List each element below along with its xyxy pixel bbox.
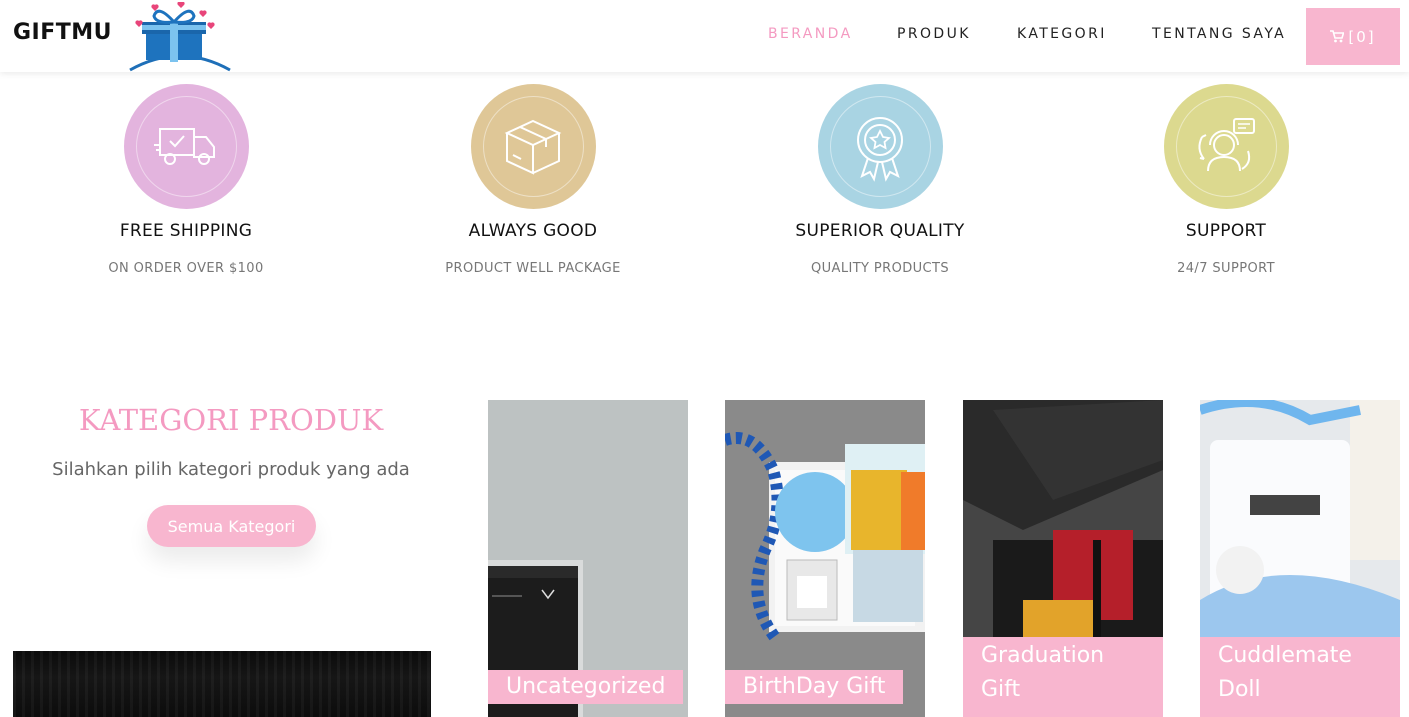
category-label: BirthDay Gift xyxy=(725,670,904,704)
feature-title: FREE SHIPPING xyxy=(119,221,253,241)
category-label-line1: Graduation xyxy=(981,643,1105,668)
feature-circle xyxy=(1163,84,1289,209)
feature-circle xyxy=(470,84,596,209)
feature-free-shipping: FREE SHIPPING ON ORDER OVER $100 xyxy=(61,84,311,276)
cart-icon xyxy=(1330,30,1345,43)
badge-star-icon xyxy=(857,116,903,182)
site-header: GIFTMU BERANDA PRODUK KATEGORI TENTANG S… xyxy=(0,0,1409,72)
feature-subtitle: ON ORDER OVER $100 xyxy=(108,261,264,276)
nav-tentang-saya[interactable]: TENTANG SAYA xyxy=(1152,26,1286,42)
category-card-uncategorized[interactable]: Uncategorized xyxy=(488,400,688,717)
category-label: Graduation Gift xyxy=(963,637,1163,717)
feature-title: SUPERIOR QUALITY xyxy=(795,221,965,241)
feature-subtitle: QUALITY PRODUCTS xyxy=(810,261,950,276)
feature-subtitle: 24/7 SUPPORT xyxy=(1177,261,1275,276)
feature-circle xyxy=(123,84,249,209)
feature-title: SUPPORT xyxy=(1185,221,1267,241)
feature-support: SUPPORT 24/7 SUPPORT xyxy=(1101,84,1351,276)
category-card-birthday-gift[interactable]: BirthDay Gift xyxy=(725,400,925,717)
kategori-title: KATEGORI PRODUK xyxy=(78,403,384,437)
category-label-line1: Cuddlemate xyxy=(1218,643,1352,668)
headset-icon xyxy=(1198,117,1255,171)
category-card-cuddlemate-doll[interactable]: Cuddlemate Doll xyxy=(1200,400,1400,717)
cart-button[interactable]: [0] xyxy=(1306,8,1400,65)
feature-always-good: ALWAYS GOOD PRODUCT WELL PACKAGE xyxy=(408,84,658,276)
category-label: Uncategorized xyxy=(488,670,684,704)
nav-beranda[interactable]: BERANDA xyxy=(768,26,853,42)
kategori-subtitle: Silahkan pilih kategori produk yang ada xyxy=(52,459,410,480)
feature-circle xyxy=(817,84,943,209)
category-label-line2: Doll xyxy=(1218,677,1261,702)
feature-superior-quality: SUPERIOR QUALITY QUALITY PRODUCTS xyxy=(755,84,1005,276)
feature-title: ALWAYS GOOD xyxy=(468,221,598,241)
category-label-line2: Gift xyxy=(981,677,1021,702)
truck-icon xyxy=(154,127,215,165)
cart-count: [0] xyxy=(1348,27,1376,46)
category-card-graduation-gift[interactable]: Graduation Gift xyxy=(963,400,1163,717)
category-label: Cuddlemate Doll xyxy=(1200,637,1400,717)
dark-product-image[interactable] xyxy=(13,651,431,717)
box-icon xyxy=(504,119,562,175)
brand-name[interactable]: GIFTMU xyxy=(13,20,112,45)
nav-produk[interactable]: PRODUK xyxy=(897,26,971,42)
gift-logo-icon[interactable] xyxy=(128,2,232,72)
feature-subtitle: PRODUCT WELL PACKAGE xyxy=(445,261,621,276)
semua-kategori-button[interactable]: Semua Kategori xyxy=(147,505,316,547)
nav-kategori[interactable]: KATEGORI xyxy=(1017,26,1107,42)
